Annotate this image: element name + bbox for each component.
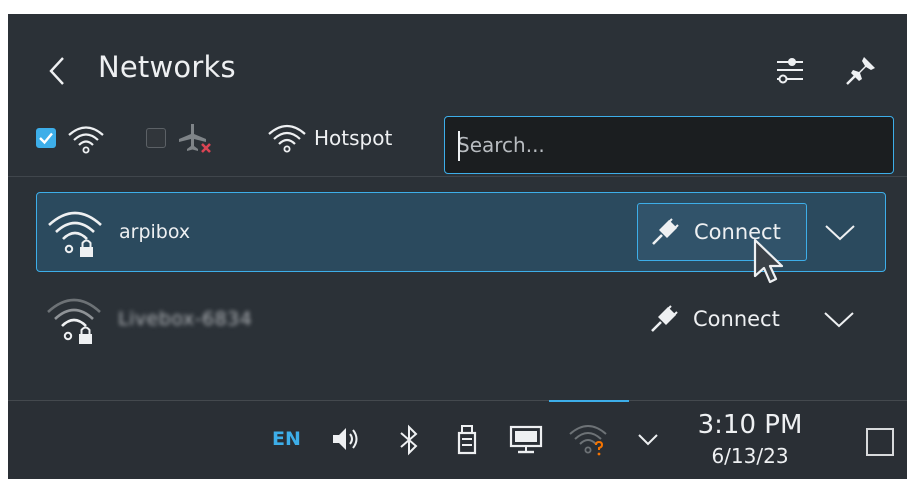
wifi-enable-checkbox[interactable] (36, 128, 56, 148)
pin-icon (846, 57, 875, 85)
chevron-down-icon[interactable] (823, 217, 857, 247)
networks-popup: Networks Hotspot Search... arpibox Conne… (8, 14, 907, 400)
page-title: Networks (98, 50, 236, 84)
network-applet-frame: Networks Hotspot Search... arpibox Conne… (8, 14, 907, 479)
configure-sliders-icon (777, 58, 803, 84)
clock-time[interactable]: 3:10 PM (684, 410, 816, 440)
search-input[interactable] (457, 133, 877, 157)
network-row-livebox[interactable]: Livebox-6834 Connect (36, 280, 886, 360)
plug-icon (651, 305, 678, 332)
plug-icon (652, 218, 679, 245)
popup-header: Networks (8, 14, 907, 110)
hotspot-icon (268, 124, 306, 153)
clock-date[interactable]: 6/13/23 (684, 444, 816, 468)
configure-button[interactable] (774, 54, 806, 86)
keyboard-layout-indicator[interactable]: EN (272, 428, 301, 450)
wifi-icon (68, 126, 104, 154)
divider (8, 176, 907, 177)
filter-toolbar: Hotspot (8, 108, 907, 174)
wifi-locked-icon (48, 211, 102, 257)
chevron-left-icon (49, 57, 64, 85)
network-name: arpibox (119, 221, 191, 243)
mouse-cursor-icon (753, 238, 784, 284)
text-caret (458, 131, 460, 161)
airplane-disabled-icon (179, 124, 211, 153)
show-desktop-icon[interactable] (866, 428, 894, 456)
pin-button[interactable] (844, 54, 878, 86)
volume-icon[interactable] (330, 424, 360, 454)
back-button[interactable] (44, 52, 70, 90)
search-field-container (444, 116, 894, 174)
wifi-locked-icon (47, 298, 101, 344)
bluetooth-icon[interactable] (398, 424, 420, 456)
panel-divider (8, 400, 907, 401)
airplane-mode-checkbox[interactable] (146, 128, 166, 148)
connect-button[interactable]: Connect (636, 290, 806, 348)
connect-label: Connect (693, 307, 780, 331)
network-unknown-icon[interactable] (568, 422, 608, 458)
hotspot-button[interactable]: Hotspot (314, 126, 392, 150)
display-icon[interactable] (508, 424, 544, 456)
taskbar: EN 3:10 PM 6/13/23 (8, 402, 907, 479)
chevron-down-icon[interactable] (636, 430, 660, 450)
chevron-down-icon[interactable] (822, 304, 856, 334)
network-name: Livebox-6834 (118, 308, 253, 330)
checkmark-icon (39, 132, 53, 145)
usb-drive-icon[interactable] (456, 424, 478, 456)
